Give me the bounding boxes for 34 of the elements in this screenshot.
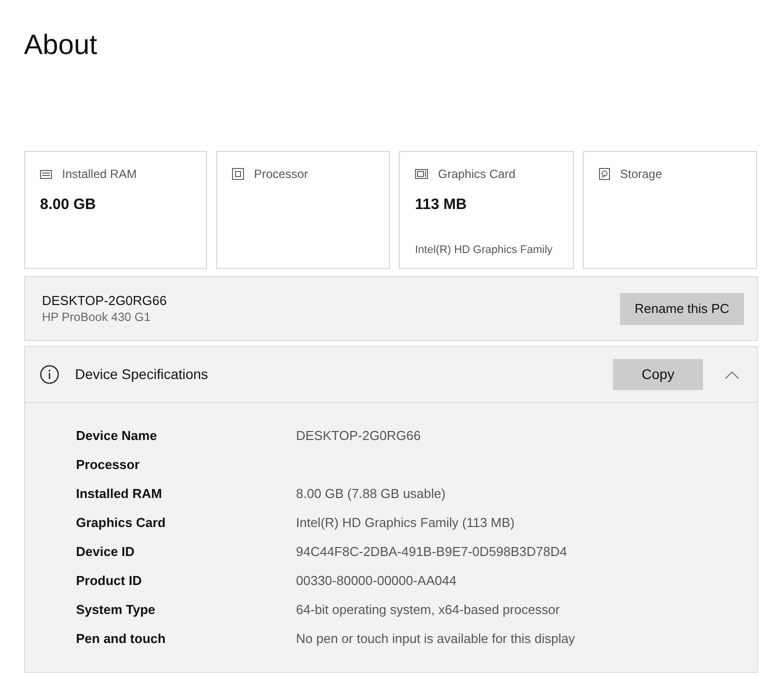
card-label: Storage	[620, 166, 662, 182]
card-label: Installed RAM	[62, 166, 137, 182]
chip-icon	[232, 168, 244, 180]
spec-value: 00330-80000-00000-AA044	[296, 572, 456, 590]
card-detail: Intel(R) HD Graphics Family	[415, 243, 554, 258]
spec-label: Graphics Card	[76, 514, 167, 532]
info-icon	[40, 365, 59, 384]
device-name: DESKTOP-2G0RG66	[42, 292, 167, 309]
spec-value: Intel(R) HD Graphics Family (113 MB)	[296, 514, 515, 532]
drive-icon	[599, 168, 610, 180]
device-model: HP ProBook 430 G1	[42, 309, 152, 325]
memory-icon	[40, 170, 52, 178]
spec-label: Product ID	[76, 572, 143, 590]
card-label: Processor	[254, 166, 308, 182]
card-value: 113 MB	[415, 195, 468, 215]
display-card-icon	[415, 169, 428, 179]
card-label: Graphics Card	[438, 166, 516, 182]
spec-value: No pen or touch input is available for this display	[296, 630, 575, 648]
copy-button[interactable]: Copy	[613, 359, 703, 390]
spec-value: DESKTOP-2G0RG66	[296, 426, 421, 445]
rename-button[interactable]: Rename this PC	[620, 292, 744, 324]
page-title: About	[24, 28, 98, 62]
spec-label: Pen and touch	[76, 630, 167, 648]
spec-value: 8.00 GB (7.88 GB usable)	[296, 484, 446, 503]
spec-label: Device Name	[76, 426, 158, 445]
section-title: Device Specifications	[75, 365, 208, 384]
spec-label: Processor	[76, 456, 141, 474]
spec-label: Installed RAM	[76, 484, 163, 503]
card-value: 8.00 GB	[40, 195, 97, 215]
chevron-up-icon[interactable]	[725, 370, 739, 378]
spec-label: System Type	[76, 600, 156, 619]
spec-value: 64-bit operating system, x64-based processor	[296, 600, 560, 619]
spec-label: Device ID	[76, 542, 136, 561]
spec-value: 94C44F8C-2DBA-491B-B9E7-0D598B3D78D4	[296, 542, 567, 561]
